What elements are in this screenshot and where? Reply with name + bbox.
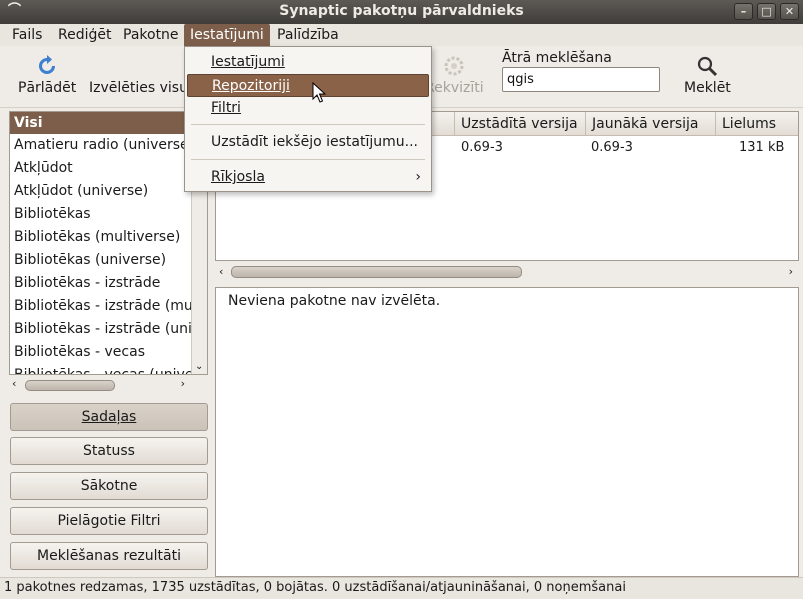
settings-dropdown-menu: Iestatījumi Repozitoriji Filtri Uzstādīt… bbox=[184, 46, 432, 192]
menu-item-set-internal-option[interactable]: Uzstādīt iekšējo iestatījumu... bbox=[187, 131, 429, 154]
menubar: Fails Rediģēt Pakotne Iestatījumi Palīdz… bbox=[0, 24, 803, 46]
menu-item-repositories-label: Repozitoriji bbox=[212, 78, 290, 94]
menu-palidziba[interactable]: Palīdzība bbox=[271, 24, 345, 46]
col-size[interactable]: Lielums bbox=[715, 112, 799, 136]
search-results-button[interactable]: Meklēšanas rezultāti bbox=[10, 542, 208, 570]
close-icon[interactable]: ✕ bbox=[780, 3, 799, 20]
menu-separator bbox=[191, 159, 425, 160]
mark-all-label: Izvēlēties visu bbox=[89, 80, 188, 96]
category-item[interactable]: Bibliotēkas (multiverse) bbox=[10, 226, 207, 249]
search-button[interactable]: Meklēt bbox=[684, 54, 731, 96]
quick-search-label: Ātrā meklēšana bbox=[502, 50, 612, 66]
window-menu-icon[interactable]: ⌒ bbox=[5, 3, 24, 20]
mark-all-icon bbox=[89, 54, 188, 78]
category-horizontal-scrollbar[interactable]: ‹ › bbox=[9, 376, 189, 394]
status-bar: 1 pakotnes redzamas, 1735 uzstādītas, 0 … bbox=[0, 577, 803, 599]
col-latest-version[interactable]: Jaunākā versija bbox=[585, 112, 715, 136]
search-label: Meklēt bbox=[684, 80, 731, 96]
category-item[interactable]: Bibliotēkas - izstrāde bbox=[10, 272, 207, 295]
category-header-all[interactable]: Visi bbox=[10, 112, 207, 134]
menu-item-preferences-label: Iestatījumi bbox=[211, 54, 285, 70]
menu-item-repositories[interactable]: Repozitoriji bbox=[187, 74, 429, 97]
chevron-left-icon[interactable]: ‹ bbox=[219, 265, 223, 278]
minimize-icon[interactable]: – bbox=[734, 3, 753, 20]
reload-button[interactable]: Pārlādēt bbox=[18, 54, 76, 96]
status-button[interactable]: Statuss bbox=[10, 437, 208, 465]
chevron-right-icon: › bbox=[415, 169, 421, 185]
category-item[interactable]: Atkļūdot (universe) bbox=[10, 180, 207, 203]
menu-item-filters[interactable]: Filtri bbox=[187, 97, 429, 120]
menu-item-preferences[interactable]: Iestatījumi bbox=[187, 51, 429, 74]
properties-button[interactable]: Rekvizīti bbox=[425, 54, 484, 96]
search-results-label: Meklēšanas rezultāti bbox=[37, 548, 181, 564]
properties-label: Rekvizīti bbox=[425, 80, 484, 96]
description-panel: Neviena pakotne nav izvēlēta. bbox=[215, 287, 799, 577]
cell-installed-version: 0.69-3 bbox=[461, 140, 503, 155]
menu-item-filters-label: Filtri bbox=[211, 100, 241, 116]
chevron-right-icon[interactable]: › bbox=[789, 265, 793, 278]
menu-item-toolbar[interactable]: Rīkjosla › bbox=[187, 166, 429, 189]
chevron-left-icon[interactable]: ‹ bbox=[12, 377, 16, 390]
quick-search-input[interactable] bbox=[502, 67, 660, 92]
menu-fails[interactable]: Fails bbox=[6, 24, 48, 46]
category-item[interactable]: Bibliotēkas - vecas bbox=[10, 341, 207, 364]
title-bar: ⌒ Synaptic pakotņu pārvaldnieks – □ ✕ bbox=[0, 0, 803, 24]
mark-all-button[interactable]: Izvēlēties visu bbox=[89, 54, 188, 96]
category-item[interactable]: Bibliotēkas - izstrāde (universe) bbox=[10, 318, 207, 341]
cell-latest-version: 0.69-3 bbox=[591, 140, 633, 155]
category-item[interactable]: Bibliotēkas (universe) bbox=[10, 249, 207, 272]
cell-size: 131 kB bbox=[739, 140, 785, 155]
category-scroll-thumb[interactable] bbox=[25, 380, 115, 391]
menu-item-toolbar-label: Rīkjosla bbox=[211, 169, 265, 185]
menu-item-set-internal-option-label: Uzstādīt iekšējo iestatījumu... bbox=[211, 134, 418, 150]
category-item[interactable]: Amatieru radio (universe) bbox=[10, 134, 207, 157]
window-title: Synaptic pakotņu pārvaldnieks bbox=[279, 3, 524, 19]
category-item[interactable]: Bibliotēkas - izstrāde (multiverse) bbox=[10, 295, 207, 318]
origin-button[interactable]: Sākotne bbox=[10, 472, 208, 500]
gear-icon bbox=[444, 56, 464, 76]
origin-label: Sākotne bbox=[80, 478, 138, 494]
col-installed-version[interactable]: Uzstādītā versija bbox=[454, 112, 585, 136]
custom-filters-button[interactable]: Pielāgotie Filtri bbox=[10, 507, 208, 535]
menu-iestatijumi[interactable]: Iestatījumi bbox=[184, 24, 270, 46]
menu-separator bbox=[191, 124, 425, 125]
category-item[interactable]: Atkļūdot bbox=[10, 157, 207, 180]
chevron-down-icon[interactable]: ⌄ bbox=[195, 361, 203, 372]
maximize-icon[interactable]: □ bbox=[757, 3, 776, 20]
chevron-right-icon[interactable]: › bbox=[181, 377, 185, 390]
sections-button[interactable]: Sadaļas bbox=[10, 403, 208, 431]
reload-icon bbox=[39, 55, 56, 74]
menu-pakotne[interactable]: Pakotne bbox=[117, 24, 185, 46]
sections-label: Sadaļas bbox=[81, 409, 137, 425]
category-item[interactable]: Bibliotēkas - vecas (universe) bbox=[10, 364, 207, 374]
description-text: Neviena pakotne nav izvēlēta. bbox=[228, 293, 441, 309]
package-scroll-thumb[interactable] bbox=[231, 266, 522, 278]
custom-filters-label: Pielāgotie Filtri bbox=[57, 513, 161, 529]
reload-label: Pārlādēt bbox=[18, 80, 77, 96]
menu-rediget[interactable]: Rediģēt bbox=[52, 24, 117, 46]
package-horizontal-scrollbar[interactable]: ‹ › bbox=[215, 263, 799, 282]
category-item[interactable]: Bibliotēkas bbox=[10, 203, 207, 226]
search-icon bbox=[698, 56, 718, 77]
category-list: Visi Amatieru radio (universe) Atkļūdot … bbox=[9, 111, 208, 375]
mouse-cursor-icon bbox=[312, 82, 327, 103]
status-label: Statuss bbox=[83, 443, 135, 459]
